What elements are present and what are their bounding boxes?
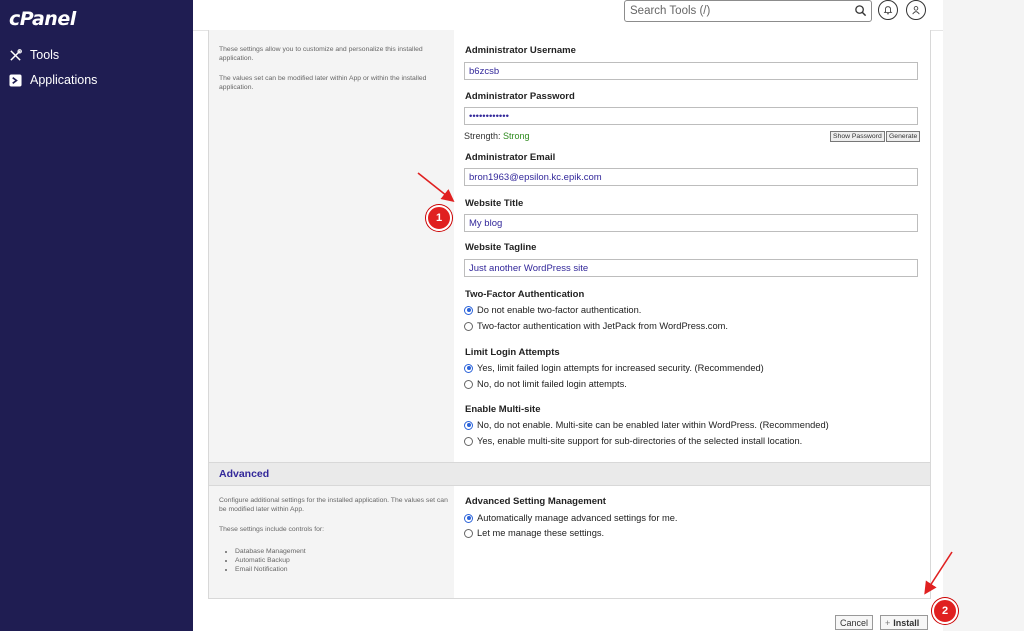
multisite-label: Enable Multi-site — [465, 404, 541, 415]
advanced-section-header[interactable]: Advanced — [209, 462, 930, 486]
annotation-marker-2: 2 — [932, 598, 958, 624]
bell-icon — [883, 6, 893, 15]
search-box[interactable] — [624, 0, 872, 22]
radio-label: Two-factor authentication with JetPack f… — [477, 321, 728, 331]
limit-login-option-no[interactable]: No, do not limit failed login attempts. — [464, 379, 627, 389]
tools-icon — [10, 48, 22, 61]
annotation-marker-1: 1 — [426, 205, 452, 231]
password-strength: Strength: Strong — [464, 131, 530, 141]
radio-selected[interactable] — [464, 363, 473, 373]
show-password-button[interactable]: Show Password — [830, 131, 885, 142]
radio-label: Yes, enable multi-site support for sub-d… — [477, 436, 803, 446]
radio-label: Automatically manage advanced settings f… — [477, 513, 678, 523]
search-input[interactable] — [630, 2, 840, 19]
radio-label: Yes, limit failed login attempts for inc… — [477, 363, 764, 373]
strength-value: Strong — [503, 131, 530, 141]
generate-password-button[interactable]: Generate — [886, 131, 921, 142]
radio-label: No, do not enable. Multi-site can be ena… — [477, 420, 829, 430]
advanced-controls-list: Database Management Automatic Backup Ema… — [219, 547, 449, 574]
radio-unselected[interactable] — [464, 528, 473, 538]
notifications-button[interactable] — [878, 0, 898, 20]
limit-login-option-yes[interactable]: Yes, limit failed login attempts for inc… — [464, 363, 764, 373]
radio-label: Do not enable two-factor authentication. — [477, 305, 642, 315]
settings-description-note: The values set can be modified later wit… — [219, 75, 427, 91]
list-item: Database Management — [235, 547, 449, 556]
list-item: Automatic Backup — [235, 556, 449, 565]
install-label: Install — [893, 617, 920, 628]
install-settings-panel: These settings allow you to customize an… — [208, 30, 931, 599]
two-factor-option-jetpack[interactable]: Two-factor authentication with JetPack f… — [464, 321, 728, 331]
admin-password-label: Administrator Password — [465, 91, 575, 102]
admin-password-input[interactable] — [464, 107, 918, 125]
cpanel-logo[interactable]: cPanel — [9, 8, 76, 30]
advanced-controls-intro: These settings include controls for: — [219, 526, 325, 533]
applications-icon — [9, 73, 22, 87]
sidebar-item-label: Tools — [30, 48, 60, 62]
radio-unselected[interactable] — [464, 321, 473, 331]
admin-username-input[interactable] — [464, 62, 918, 80]
radio-unselected[interactable] — [464, 379, 473, 389]
advanced-description-column: Configure additional settings for the in… — [209, 486, 454, 598]
advanced-description: Configure additional settings for the in… — [219, 497, 448, 513]
advanced-section-title: Advanced — [219, 468, 270, 480]
website-tagline-label: Website Tagline — [465, 242, 537, 253]
radio-selected[interactable] — [464, 420, 473, 430]
multisite-option-no[interactable]: No, do not enable. Multi-site can be ena… — [464, 420, 829, 430]
advanced-option-auto[interactable]: Automatically manage advanced settings f… — [464, 513, 678, 523]
sidebar-item-label: Applications — [30, 73, 98, 87]
cancel-button[interactable]: Cancel — [835, 615, 874, 630]
two-factor-option-disable[interactable]: Do not enable two-factor authentication. — [464, 305, 641, 315]
user-menu-button[interactable] — [906, 0, 926, 20]
admin-email-label: Administrator Email — [465, 152, 556, 163]
radio-unselected[interactable] — [464, 436, 473, 446]
search-icon[interactable] — [854, 4, 867, 17]
limit-login-label: Limit Login Attempts — [465, 347, 560, 358]
sidebar-item-applications[interactable]: Applications — [9, 70, 97, 90]
strength-label: Strength: — [464, 131, 501, 141]
install-button[interactable]: + Install — [880, 615, 928, 630]
settings-description-column: These settings allow you to customize an… — [209, 30, 454, 462]
sidebar-item-tools[interactable]: Tools — [9, 45, 59, 65]
radio-label: No, do not limit failed login attempts. — [477, 379, 627, 389]
plus-icon: + — [885, 617, 891, 628]
radio-selected[interactable] — [464, 513, 473, 523]
radio-label: Let me manage these settings. — [477, 528, 605, 538]
website-tagline-input[interactable] — [464, 259, 918, 277]
advanced-management-label: Advanced Setting Management — [465, 496, 606, 507]
settings-description: These settings allow you to customize an… — [219, 46, 423, 62]
right-gutter — [943, 0, 1024, 631]
sidebar: cPanel Tools Applications — [0, 0, 193, 631]
list-item: Email Notification — [235, 565, 449, 574]
two-factor-label: Two-Factor Authentication — [465, 289, 585, 300]
admin-username-label: Administrator Username — [465, 45, 576, 56]
user-icon — [912, 6, 920, 15]
website-title-input[interactable] — [464, 214, 918, 232]
advanced-option-manual[interactable]: Let me manage these settings. — [464, 528, 604, 538]
multisite-option-yes[interactable]: Yes, enable multi-site support for sub-d… — [464, 436, 802, 446]
admin-email-input[interactable] — [464, 168, 918, 186]
website-title-label: Website Title — [465, 198, 524, 209]
radio-selected[interactable] — [464, 305, 473, 315]
